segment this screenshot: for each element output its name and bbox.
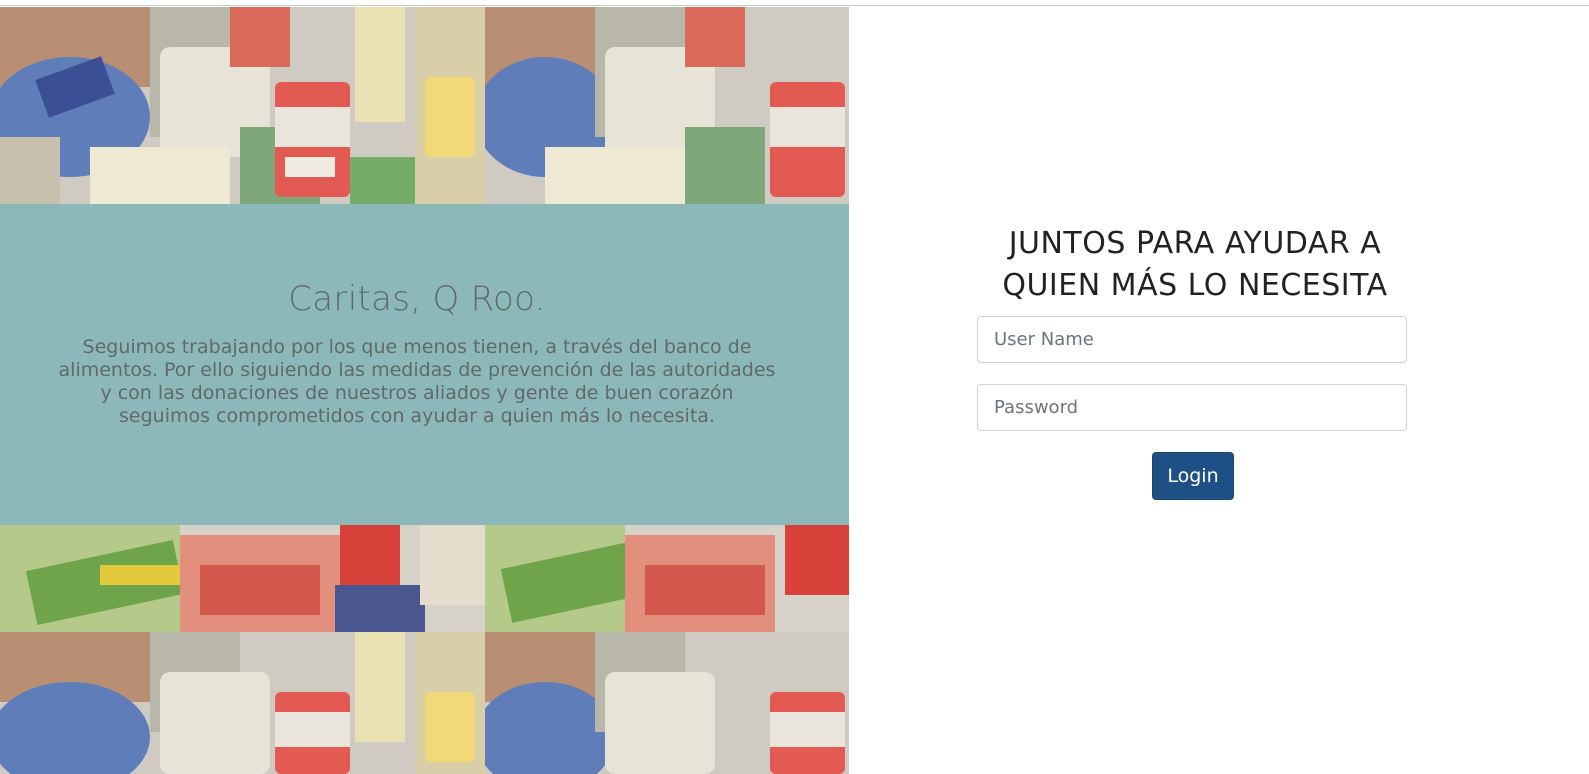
username-input[interactable]: [977, 316, 1407, 363]
food-photo-strip-middle: [0, 525, 849, 632]
food-donation-photo: [485, 7, 849, 204]
login-page: Caritas, Q Roo. Seguimos trabajando por …: [0, 0, 1589, 774]
brand-banner: Caritas, Q Roo. Seguimos trabajando por …: [0, 204, 849, 525]
brand-panel: Caritas, Q Roo. Seguimos trabajando por …: [0, 7, 849, 774]
top-divider: [0, 5, 1589, 6]
login-heading: JUNTOS PARA AYUDAR A QUIEN MÁS LO NECESI…: [1002, 226, 1388, 303]
food-donation-photo: [0, 7, 485, 204]
brand-title: Caritas, Q Roo.: [288, 279, 546, 319]
brand-description: Seguimos trabajando por los que menos ti…: [58, 336, 776, 427]
food-photo-strip-bottom: [0, 632, 849, 774]
password-input[interactable]: [977, 384, 1407, 431]
food-donation-photo: [485, 525, 849, 632]
login-button[interactable]: Login: [1152, 452, 1234, 500]
food-donation-photo: [0, 525, 485, 632]
food-photo-strip-top: [0, 7, 849, 204]
food-donation-photo: [485, 632, 849, 774]
food-donation-photo: [0, 632, 485, 774]
